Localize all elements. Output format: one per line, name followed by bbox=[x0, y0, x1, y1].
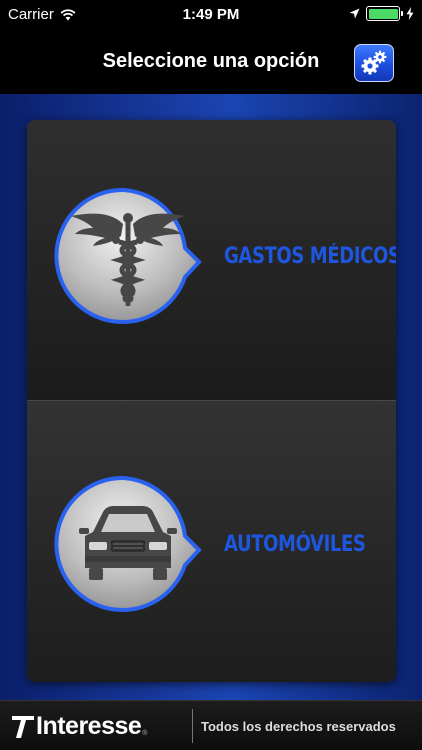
navigation-bar: Seleccione una opción bbox=[0, 30, 422, 94]
battery-indicator bbox=[366, 6, 403, 21]
status-right bbox=[349, 6, 414, 21]
speech-bubble bbox=[54, 187, 202, 324]
interesse-logo: Interesse ® bbox=[10, 712, 147, 741]
options-panel: GASTOS MÉDICOS AUTOMÓVILES bbox=[27, 120, 396, 682]
footer-divider bbox=[192, 709, 193, 743]
option-automoviles[interactable]: AUTOMÓVILES bbox=[27, 401, 396, 682]
option-gastos-medicos[interactable]: GASTOS MÉDICOS bbox=[27, 120, 396, 401]
footer: Interesse ® Todos los derechos reservado… bbox=[0, 700, 422, 750]
status-bar: Carrier 1:49 PM bbox=[0, 0, 422, 30]
option-label-automoviles: AUTOMÓVILES bbox=[224, 532, 366, 557]
settings-button[interactable] bbox=[354, 44, 394, 82]
battery-fill bbox=[368, 8, 398, 19]
speech-bubble bbox=[54, 475, 202, 612]
location-arrow-icon bbox=[349, 8, 360, 19]
rights-text: Todos los derechos reservados bbox=[201, 719, 396, 734]
logo-mark-icon bbox=[12, 715, 34, 738]
charging-bolt-icon bbox=[406, 7, 414, 20]
registered-mark: ® bbox=[142, 730, 148, 737]
gears-icon bbox=[361, 50, 387, 75]
main-content: GASTOS MÉDICOS AUTOMÓVILES bbox=[0, 94, 422, 700]
option-label-gastos-medicos: GASTOS MÉDICOS bbox=[224, 244, 396, 269]
brand-name: Interesse bbox=[36, 712, 142, 740]
